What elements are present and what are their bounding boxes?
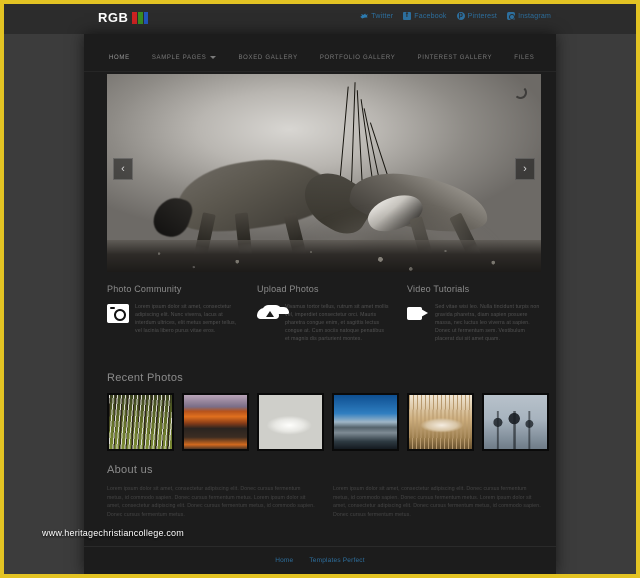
thumbnail-item[interactable]: [107, 393, 174, 451]
about-paragraph: Lorem ipsum dolor sit amet, consectetur …: [107, 486, 315, 518]
chevron-down-icon: [210, 56, 217, 59]
logo-text: RGB: [98, 10, 129, 25]
loading-spinner-icon: [514, 86, 527, 99]
social-link-twitter[interactable]: Twitter: [360, 12, 393, 20]
feature-title: Video Tutorials: [407, 284, 470, 294]
slider-next-button[interactable]: ›: [515, 158, 535, 180]
social-label-pinterest: Pinterest: [467, 12, 498, 20]
nav-item-sample-pages[interactable]: SAMPLE PAGES: [152, 55, 217, 61]
pinterest-icon: [456, 11, 465, 21]
video-camera-icon: [407, 304, 429, 323]
social-link-facebook[interactable]: Facebook: [403, 11, 447, 20]
thumbnail-image: [184, 395, 247, 449]
thumbnail-image: [334, 395, 397, 449]
social-link-pinterest[interactable]: Pinterest: [456, 11, 498, 21]
facebook-icon: [403, 11, 412, 20]
page-wrapper: RGB Twitter Facebook Pinterest: [4, 4, 636, 574]
feature-text: Lorem ipsum dolor sit amet, consectetur …: [135, 304, 237, 334]
thumbnail-image: [259, 395, 322, 449]
recent-photos-section: Recent Photos: [107, 372, 549, 451]
nav-label-sample-pages: SAMPLE PAGES: [151, 54, 207, 61]
nav-label-files: FILES: [514, 54, 535, 61]
thumbnail-image: [484, 395, 547, 449]
logo-bar-red: [132, 12, 138, 24]
hero-slider[interactable]: ‹ ›: [107, 74, 541, 272]
thumbnail-grid: [107, 393, 549, 451]
nav-item-files[interactable]: FILES: [514, 55, 534, 61]
thumbnail-item[interactable]: [332, 393, 399, 451]
nav-label-home: HOME: [109, 54, 130, 61]
about-us-title: About us: [107, 464, 153, 476]
social-label-facebook: Facebook: [414, 12, 447, 20]
feature-upload-photos: Upload Photos Vivamus tortor tellus, rut…: [257, 284, 390, 343]
social-label-twitter: Twitter: [371, 12, 394, 20]
nav-item-home[interactable]: HOME: [109, 55, 130, 61]
footer-link-templates-perfect[interactable]: Templates Perfect: [309, 557, 364, 564]
about-us-section: About us Lorem ipsum dolor sit amet, con…: [107, 464, 541, 519]
thumbnail-item[interactable]: [482, 393, 549, 451]
watermark-text: www.heritagechristiancollege.com: [42, 528, 184, 538]
thumbnail-item[interactable]: [257, 393, 324, 451]
feature-columns: Photo Community Lorem ipsum dolor sit am…: [107, 284, 541, 343]
recent-photos-title: Recent Photos: [107, 372, 184, 384]
nav-item-boxed-gallery[interactable]: BOXED GALLERY: [238, 55, 297, 61]
ground-plane: [107, 240, 541, 272]
main-navigation: HOME SAMPLE PAGES BOXED GALLERY PORTFOLI…: [84, 44, 556, 72]
nav-label-portfolio-gallery: PORTFOLIO GALLERY: [319, 54, 396, 61]
site-logo[interactable]: RGB: [98, 11, 149, 25]
top-bar: RGB Twitter Facebook Pinterest: [4, 4, 636, 34]
feature-video-tutorials: Video Tutorials Sed vitae wisi leo. Null…: [407, 284, 540, 343]
thumbnail-item[interactable]: [407, 393, 474, 451]
nav-label-boxed-gallery: BOXED GALLERY: [238, 54, 298, 61]
nav-label-pinterest-gallery: PINTEREST GALLERY: [417, 54, 493, 61]
hero-image-oryx-fight: [107, 74, 541, 272]
logo-bar-blue: [143, 12, 149, 24]
social-links: Twitter Facebook Pinterest Instagram: [360, 11, 551, 21]
feature-text: Vivamus tortor tellus, rutrum sit amet m…: [285, 304, 389, 342]
nav-item-portfolio-gallery[interactable]: PORTFOLIO GALLERY: [320, 55, 396, 61]
site-container: HOME SAMPLE PAGES BOXED GALLERY PORTFOLI…: [84, 34, 556, 574]
thumbnail-image: [109, 395, 172, 449]
cloud-upload-icon: [257, 304, 279, 324]
feature-title: Upload Photos: [257, 284, 319, 294]
logo-color-bars: [132, 12, 149, 24]
about-paragraph: Lorem ipsum dolor sit amet, consectetur …: [333, 486, 541, 518]
thumbnail-image: [409, 395, 472, 449]
thumbnail-item[interactable]: [182, 393, 249, 451]
footer-link-home[interactable]: Home: [275, 557, 293, 564]
feature-text: Sed vitae wisi leo. Nulla tincidunt turp…: [435, 304, 540, 342]
nav-item-pinterest-gallery[interactable]: PINTEREST GALLERY: [418, 55, 493, 61]
twitter-icon: [360, 12, 368, 20]
feature-photo-community: Photo Community Lorem ipsum dolor sit am…: [107, 284, 240, 343]
feature-title: Photo Community: [107, 284, 182, 294]
site-footer: Home Templates Perfect: [84, 546, 556, 574]
camera-icon: [107, 304, 129, 323]
social-label-instagram: Instagram: [518, 12, 551, 20]
social-link-instagram[interactable]: Instagram: [507, 12, 551, 20]
slider-prev-button[interactable]: ‹: [113, 158, 133, 180]
logo-bar-green: [138, 12, 143, 24]
instagram-icon: [507, 12, 516, 20]
